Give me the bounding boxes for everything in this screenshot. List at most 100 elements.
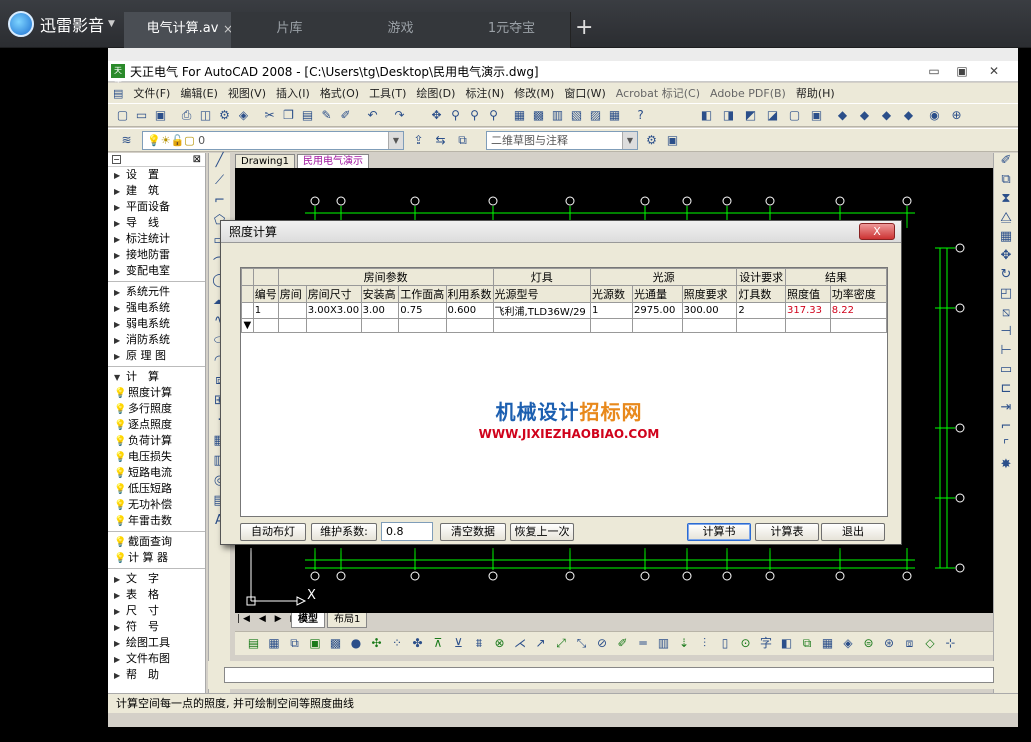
sidebar-item[interactable]: 💡 年雷击数 <box>108 513 205 529</box>
break-point-icon[interactable]: ▭ <box>994 362 1018 381</box>
xline-icon[interactable]: ⟋ <box>209 173 230 193</box>
report-button[interactable]: 计算书 <box>687 523 751 541</box>
command-input[interactable] <box>224 667 994 683</box>
column-header[interactable]: 房间尺寸 <box>305 285 362 303</box>
player-logo-menu[interactable]: 迅雷影音 ▼ <box>8 10 115 38</box>
redo-icon[interactable]: ↷ <box>391 107 408 124</box>
column-header[interactable]: 光源数 <box>589 285 633 303</box>
markup-icon[interactable]: ▨ <box>587 107 604 124</box>
tab-model[interactable]: 模型 <box>291 613 325 628</box>
print-icon[interactable]: ⎙ <box>178 107 195 124</box>
sidebar-item[interactable]: ▶ 系统元件 <box>108 284 205 300</box>
camera-icon[interactable]: ◉ <box>926 107 943 124</box>
dialog-close-button[interactable]: X <box>859 223 895 240</box>
tangent-tool-icon[interactable]: ⊙ <box>737 635 754 652</box>
column-header[interactable]: 照度值 <box>785 285 831 303</box>
brush-icon[interactable]: ✐ <box>337 107 354 124</box>
doc-icon[interactable]: ▤ <box>108 87 128 100</box>
column-header[interactable]: 工作面高 <box>398 285 447 303</box>
tangent-tool-icon[interactable]: ▦ <box>819 635 836 652</box>
break-icon[interactable]: ⊏ <box>994 381 1018 400</box>
add-tab-button[interactable]: + <box>575 14 593 42</box>
grid-cell[interactable] <box>681 318 738 333</box>
grid-cell[interactable]: 300.00 <box>681 302 738 319</box>
mirror-icon[interactable]: ⧗ <box>994 191 1018 210</box>
grid-cell[interactable]: 2975.00 <box>631 302 683 319</box>
sidebar-item[interactable]: ▶ 表 格 <box>108 587 205 603</box>
tangent-tool-icon[interactable]: ⊹ <box>942 635 959 652</box>
layer-states-icon[interactable]: ⧉ <box>454 132 471 149</box>
grid-cell[interactable] <box>252 318 279 333</box>
tangent-tool-icon[interactable]: ═ <box>635 635 652 652</box>
layer-prev-icon[interactable]: ⇆ <box>432 132 449 149</box>
sheet-set-icon[interactable]: ▧ <box>568 107 585 124</box>
grid-cell[interactable] <box>829 318 888 333</box>
grid-cell[interactable]: 0.600 <box>445 302 494 319</box>
zoom-realtime-icon[interactable]: ⚲ <box>447 107 464 124</box>
new-row[interactable]: ▼ <box>241 318 888 333</box>
auto-layout-button[interactable]: 自动布灯 <box>240 523 306 541</box>
column-header[interactable]: 房间 <box>277 285 307 303</box>
sidebar-item[interactable]: ▶ 文 字 <box>108 571 205 587</box>
fillet-icon[interactable]: ⌜ <box>994 438 1018 457</box>
tangent-tool-icon[interactable]: ▤ <box>245 635 262 652</box>
new-icon[interactable]: ▢ <box>114 107 131 124</box>
sidebar-item[interactable]: 💡 截面查询 <box>108 534 205 550</box>
tangent-tool-icon[interactable]: ✤ <box>409 635 426 652</box>
grid-cell[interactable]: 317.33 <box>785 302 831 319</box>
sidebar-item[interactable]: ▶ 符 号 <box>108 619 205 635</box>
sidebar-item[interactable]: ▶ 标注统计 <box>108 231 205 247</box>
tangent-tool-icon[interactable]: ⧈ <box>901 635 918 652</box>
tangent-tool-icon[interactable]: ◧ <box>778 635 795 652</box>
tangent-tool-icon[interactable]: ⫶ <box>696 635 713 652</box>
grid-cell[interactable] <box>736 318 786 333</box>
grid-cell[interactable] <box>445 318 494 333</box>
cut-icon[interactable]: ✂ <box>261 107 278 124</box>
layer-combo[interactable]: 💡☀🔓▢ 0 ▼ <box>142 131 404 150</box>
iso-nw-icon[interactable]: ◆ <box>900 107 917 124</box>
close-icon[interactable]: ⊠ <box>193 154 201 165</box>
clear-data-button[interactable]: 清空数据 <box>440 523 506 541</box>
menu-adobe-pdf[interactable]: Adobe PDF(B) <box>705 87 791 100</box>
menu-format[interactable]: 格式(O) <box>315 85 364 101</box>
polyline-icon[interactable]: ⌐ <box>209 193 230 213</box>
sidebar-item[interactable]: ▶ 弱电系统 <box>108 316 205 332</box>
tab-layout1[interactable]: 布局1 <box>327 613 368 628</box>
sidebar-item[interactable]: ▶ 导 线 <box>108 215 205 231</box>
sidebar-item[interactable]: ▶ 帮 助 <box>108 667 205 683</box>
sidebar-item[interactable]: 💡 低压短路 <box>108 481 205 497</box>
tangent-tool-icon[interactable]: ▯ <box>717 635 734 652</box>
grid-cell[interactable] <box>785 318 831 333</box>
tangent-tool-icon[interactable]: ◈ <box>840 635 857 652</box>
copy-icon[interactable]: ❐ <box>280 107 297 124</box>
menu-window[interactable]: 窗口(W) <box>559 85 610 101</box>
grid-cell[interactable] <box>631 318 683 333</box>
sidebar-item[interactable]: ▼ 计 算 <box>108 369 205 385</box>
tangent-tool-icon[interactable]: ⋌ <box>512 635 529 652</box>
workspace-combo[interactable]: 二维草图与注释 ▼ <box>486 131 638 150</box>
menu-view[interactable]: 视图(V) <box>223 85 271 101</box>
sidebar-item[interactable]: ▶ 建 筑 <box>108 183 205 199</box>
save-icon[interactable]: ▣ <box>152 107 169 124</box>
tangent-tool-icon[interactable]: ▩ <box>327 635 344 652</box>
calculator-icon[interactable]: ▦ <box>606 107 623 124</box>
column-header[interactable]: 编号 <box>252 285 279 303</box>
doc-tab-current[interactable]: 民用电气演示 <box>297 154 369 168</box>
chamfer-icon[interactable]: ⌐ <box>994 419 1018 438</box>
tangent-tool-icon[interactable]: ⁘ <box>389 635 406 652</box>
calc-table-button[interactable]: 计算表 <box>755 523 819 541</box>
sidebar-item[interactable]: ▶ 设 置 <box>108 167 205 183</box>
tangent-tool-icon[interactable]: ⊘ <box>594 635 611 652</box>
scale-icon[interactable]: ◰ <box>994 286 1018 305</box>
sidebar-item[interactable]: 💡 计 算 器 <box>108 550 205 566</box>
grid-cell[interactable] <box>277 302 307 319</box>
tangent-tool-icon[interactable]: ▦ <box>266 635 283 652</box>
column-header[interactable]: 灯具数 <box>736 285 786 303</box>
menu-dimension[interactable]: 标注(N) <box>460 85 509 101</box>
undo-icon[interactable]: ↶ <box>364 107 381 124</box>
properties-icon[interactable]: ▦ <box>511 107 528 124</box>
stretch-icon[interactable]: ⧅ <box>994 305 1018 324</box>
view-bottom-icon[interactable]: ◨ <box>720 107 737 124</box>
line-icon[interactable]: ╱ <box>209 153 230 173</box>
tangent-tool-icon[interactable]: ↗ <box>532 635 549 652</box>
